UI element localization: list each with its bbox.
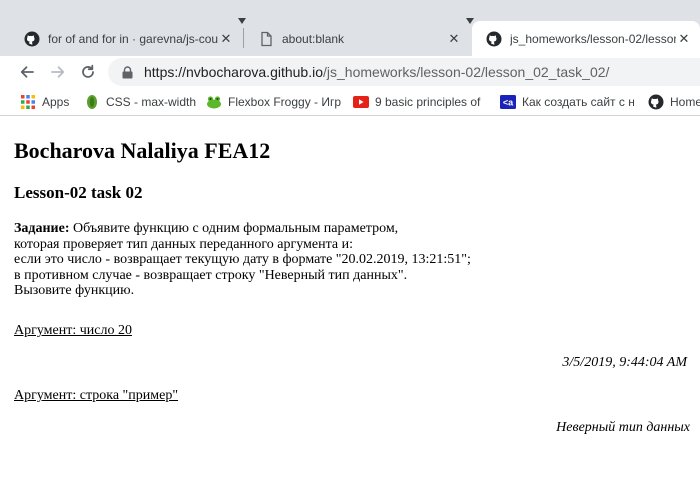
arrow-right-icon: [51, 66, 65, 78]
bookmark-9-basic-principles[interactable]: 9 basic principles of: [353, 92, 483, 112]
task-line: Вызовите функцию.: [14, 283, 135, 298]
arrow-left-icon: [20, 66, 34, 78]
bookmark-label: CSS - max-width: [106, 95, 196, 109]
reload-button[interactable]: [76, 60, 100, 84]
task-label: Задание:: [14, 221, 70, 236]
apps-grid-icon: [20, 94, 36, 110]
link-icon: <a: [500, 94, 516, 110]
bookmark-label: Flexbox Froggy - Игр: [228, 95, 342, 109]
tab-about-blank[interactable]: about:blank ✕: [244, 21, 470, 56]
frog-icon: [206, 94, 222, 110]
result-invalid-type: Неверный тип данных: [556, 420, 690, 435]
result-date: 3/5/2019, 9:44:04 AM: [562, 355, 687, 370]
bookmark-css-max-width[interactable]: CSS - max-width: [84, 92, 196, 112]
address-bar[interactable]: https://nvbocharova.github.io/js_homewor…: [108, 58, 700, 86]
tab-title: for of and for in · garevna/js-cou: [48, 31, 218, 46]
tab-strip: for of and for in · garevna/js-cou ✕ abo…: [0, 0, 700, 56]
close-icon[interactable]: ✕: [676, 31, 692, 47]
tab-title: js_homeworks/lesson-02/lesson_: [510, 31, 676, 46]
page-content: Bocharova Nalaliya FEA12 Lesson-02 task …: [0, 117, 700, 500]
browser-toolbar: https://nvbocharova.github.io/js_homewor…: [0, 56, 700, 88]
forward-button[interactable]: [46, 60, 70, 84]
github-icon: [648, 94, 664, 110]
url-text[interactable]: https://nvbocharova.github.io/js_homewor…: [144, 64, 609, 80]
reload-icon: [82, 64, 94, 78]
bookmark-label: Home: [670, 95, 700, 109]
url-path: /js_homeworks/lesson-02/lesson_02_task_0…: [323, 64, 610, 80]
task-line: Задание: Объявите функцию с одним формал…: [14, 221, 471, 237]
bookmark-label: Apps: [42, 95, 70, 109]
argument-number-link[interactable]: Аргумент: число 20: [14, 323, 132, 339]
page-icon: [258, 31, 274, 47]
bookmark-label: Как создать сайт с н: [522, 95, 634, 109]
task-line: которая проверяет тип данных переданного…: [14, 236, 354, 252]
youtube-icon: [353, 94, 369, 110]
argument-string-link[interactable]: Аргумент: строка "пример": [14, 388, 178, 404]
task-description: Задание: Объявите функцию с одним формал…: [14, 221, 471, 299]
tab-title: about:blank: [282, 31, 345, 46]
android-icon: [84, 94, 100, 110]
task-line: если это число - возвращает текущую дату…: [14, 252, 471, 267]
bookmark-kak-sozdat-sait[interactable]: <a Как создать сайт с н: [500, 92, 634, 112]
lesson-subtitle: Lesson-02 task 02: [14, 183, 143, 202]
close-icon[interactable]: ✕: [218, 31, 234, 47]
url-host: https://nvbocharova.github.io: [144, 64, 324, 80]
tab-for-of-and-for-in[interactable]: for of and for in · garevna/js-cou ✕: [10, 21, 242, 56]
svg-text:<a: <a: [503, 98, 514, 108]
bookmarks-bar: Apps CSS - max-width Flexbox Froggy - Иг…: [0, 88, 700, 116]
page-title: Bocharova Nalaliya FEA12: [14, 138, 271, 163]
lock-icon[interactable]: [120, 65, 134, 79]
task-line: в противном случае - возвращает строку "…: [14, 267, 408, 283]
github-icon: [24, 31, 40, 47]
tab-lesson-02-active[interactable]: js_homeworks/lesson-02/lesson_ ✕: [472, 21, 700, 56]
close-icon[interactable]: ✕: [446, 31, 462, 47]
back-button[interactable]: [15, 60, 39, 84]
bookmark-flexbox-froggy[interactable]: Flexbox Froggy - Игр: [206, 92, 342, 112]
task-text: Объявите функцию с одним формальным пара…: [72, 221, 399, 236]
github-icon: [486, 31, 502, 47]
bookmark-label: 9 basic principles of: [375, 95, 481, 109]
bookmark-apps[interactable]: Apps: [20, 92, 80, 112]
bookmark-home[interactable]: Home: [648, 92, 700, 112]
